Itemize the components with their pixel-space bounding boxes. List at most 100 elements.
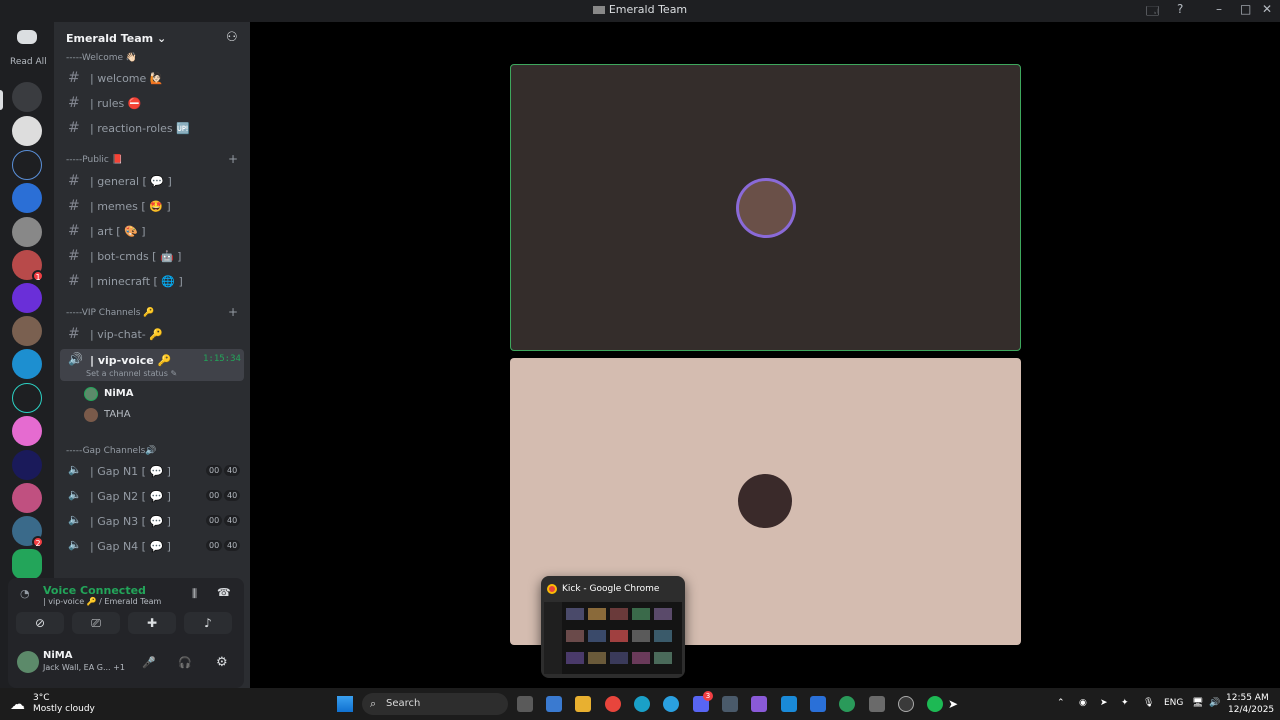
weather-icon[interactable]: ☁ [10,695,25,713]
server-yellow-icon[interactable] [12,349,42,379]
hash-icon: # [68,120,80,136]
todo-icon[interactable] [810,696,826,712]
add-channel-icon[interactable]: + [228,152,238,166]
store-icon[interactable] [546,696,562,712]
volume-icon[interactable]: 🔊 [1209,698,1220,708]
avatar[interactable] [17,651,39,673]
noise-suppression-icon[interactable]: ⫼ [192,587,197,601]
headphones-icon[interactable]: 🎧 [178,656,192,669]
taskbar-search[interactable]: ⌕ Search [362,693,508,715]
server-cat-icon[interactable] [12,217,42,247]
channel-gap-n4[interactable]: 🔈 | Gap N4 [ 💬 ] 00 40 [60,535,244,557]
channel-label: | bot-cmds [ 🤖 ] [90,250,182,263]
channel-bot-cmds[interactable]: # | bot-cmds [ 🤖 ] [60,245,244,267]
telegram-tray-icon[interactable]: ➤ [1100,698,1108,708]
calculator-icon[interactable] [722,696,738,712]
unity-icon[interactable] [869,696,885,712]
visual-studio-icon[interactable] [751,696,767,712]
category-public[interactable]: -----Public 📕 [66,155,123,165]
participant-tile-speaking[interactable] [510,64,1021,351]
hash-icon: # [68,173,80,189]
disconnect-icon[interactable]: ☎ [217,586,231,599]
vscode-icon[interactable] [781,696,797,712]
category-gap[interactable]: -----Gap Channels🔊 [66,446,156,456]
voice-connected-subtitle[interactable]: | vip-voice 🔑 / Emerald Team [43,597,161,606]
discord-home-icon[interactable] [17,30,37,44]
channel-status[interactable]: Set a channel status ✎ [86,369,177,378]
clock-time[interactable]: 12:55 AM [1226,693,1269,703]
voice-connected-label[interactable]: Voice Connected [43,584,146,597]
channel-vip-chat[interactable]: # | vip-chat- 🔑 [60,323,244,345]
signal-icon[interactable]: ◔ [20,587,30,600]
current-user-name[interactable]: NiMA [43,650,73,661]
help-icon[interactable]: ? [1177,2,1183,16]
camera-off-button[interactable]: ⊘ [16,612,64,634]
channel-gap-n2[interactable]: 🔈 | Gap N2 [ 💬 ] 00 40 [60,485,244,507]
start-icon[interactable] [337,696,353,712]
channel-gap-n3[interactable]: 🔈 | Gap N3 [ 💬 ] 00 40 [60,510,244,532]
server-character-icon[interactable] [12,316,42,346]
microphone-icon[interactable]: 🎤 [142,656,156,669]
channel-reaction-roles[interactable]: # | reaction-roles 🆙 [60,117,244,139]
whatsapp-icon[interactable] [839,696,855,712]
server-anime-icon[interactable]: 1 [12,250,44,282]
inbox-icon[interactable]: 🗔 [1146,2,1159,23]
user-limit: 40 [224,490,241,501]
chevron-up-icon[interactable]: ⌃ [1057,698,1065,708]
category-vip[interactable]: -----VIP Channels 🔑 [66,308,155,318]
soundboard-button[interactable]: ♪ [184,612,232,634]
user-count: 00 [206,515,223,526]
category-welcome[interactable]: -----Welcome 👋🏻 [66,53,137,63]
channel-general[interactable]: # | general [ 💬 ] [60,170,244,192]
read-all-label[interactable]: Read All [10,57,47,67]
microphone-tray-icon[interactable]: 🎙 [1143,698,1154,708]
server-f-icon[interactable] [12,283,42,313]
weather-temp[interactable]: 3°C [33,693,50,703]
guild-header[interactable]: Emerald Team ⌄ ⚇ [54,22,250,56]
file-explorer-icon[interactable] [575,696,591,712]
obs-icon[interactable] [898,696,914,712]
channel-welcome[interactable]: # | welcome 🙋🏻 [60,67,244,89]
selected-server-pill [0,90,3,110]
chrome-icon[interactable] [605,696,621,712]
discord-icon[interactable]: 3 [693,691,713,712]
add-channel-icon[interactable]: + [228,305,238,319]
server-sword-icon[interactable] [12,150,42,180]
guild-name[interactable]: Emerald Team ⌄ [66,32,166,45]
server-gem-icon[interactable]: 2 [12,516,44,548]
close-button[interactable]: ✕ [1262,2,1272,16]
task-view-icon[interactable] [517,696,533,712]
voice-stage [250,22,1280,688]
screen-share-button[interactable]: ⎚ [72,612,120,634]
server-game-icon[interactable] [12,183,42,213]
channel-rules[interactable]: # | rules ⛔ [60,92,244,114]
server-emerald-icon[interactable] [12,82,42,112]
server-dark-icon[interactable] [12,450,42,480]
server-girl-icon[interactable] [12,483,42,513]
dropbox-icon[interactable]: ✦ [1121,698,1129,708]
add-member-icon[interactable]: ⚇ [226,30,238,45]
channel-minecraft[interactable]: # | minecraft [ 🌐 ] [60,270,244,292]
server-green-icon[interactable] [12,549,42,579]
spotify-icon[interactable] [927,696,943,712]
network-icon[interactable]: 🖥 [1192,698,1203,708]
taskbar-preview[interactable]: Kick - Google Chrome [541,576,685,678]
weather-desc[interactable]: Mostly cloudy [33,704,95,714]
settings-gear-icon[interactable]: ⚙ [216,655,228,670]
edge-icon[interactable] [634,696,650,712]
clock-date[interactable]: 12/4/2025 [1228,705,1274,715]
channel-memes[interactable]: # | memes [ 🤩 ] [60,195,244,217]
server-v-icon[interactable] [12,383,42,413]
language-indicator[interactable]: ENG [1164,698,1183,708]
minimize-button[interactable]: – [1216,2,1222,16]
server-avatar-icon[interactable] [12,116,42,146]
tray-app-icon[interactable]: ◉ [1079,698,1087,708]
server-pink-icon[interactable] [12,416,42,446]
voice-channel-vip-voice[interactable]: 🔊 | vip-voice 🔑 1:15:34 Set a channel st… [60,349,244,381]
maximize-button[interactable]: □ [1240,2,1251,16]
telegram-icon[interactable] [663,696,679,712]
channel-gap-n1[interactable]: 🔈 | Gap N1 [ 💬 ] 00 40 [60,460,244,482]
activities-button[interactable]: ✚ [128,612,176,634]
channel-art[interactable]: # | art [ 🎨 ] [60,220,244,242]
current-user-activity[interactable]: Jack Wall, EA G... +1 [43,663,125,672]
